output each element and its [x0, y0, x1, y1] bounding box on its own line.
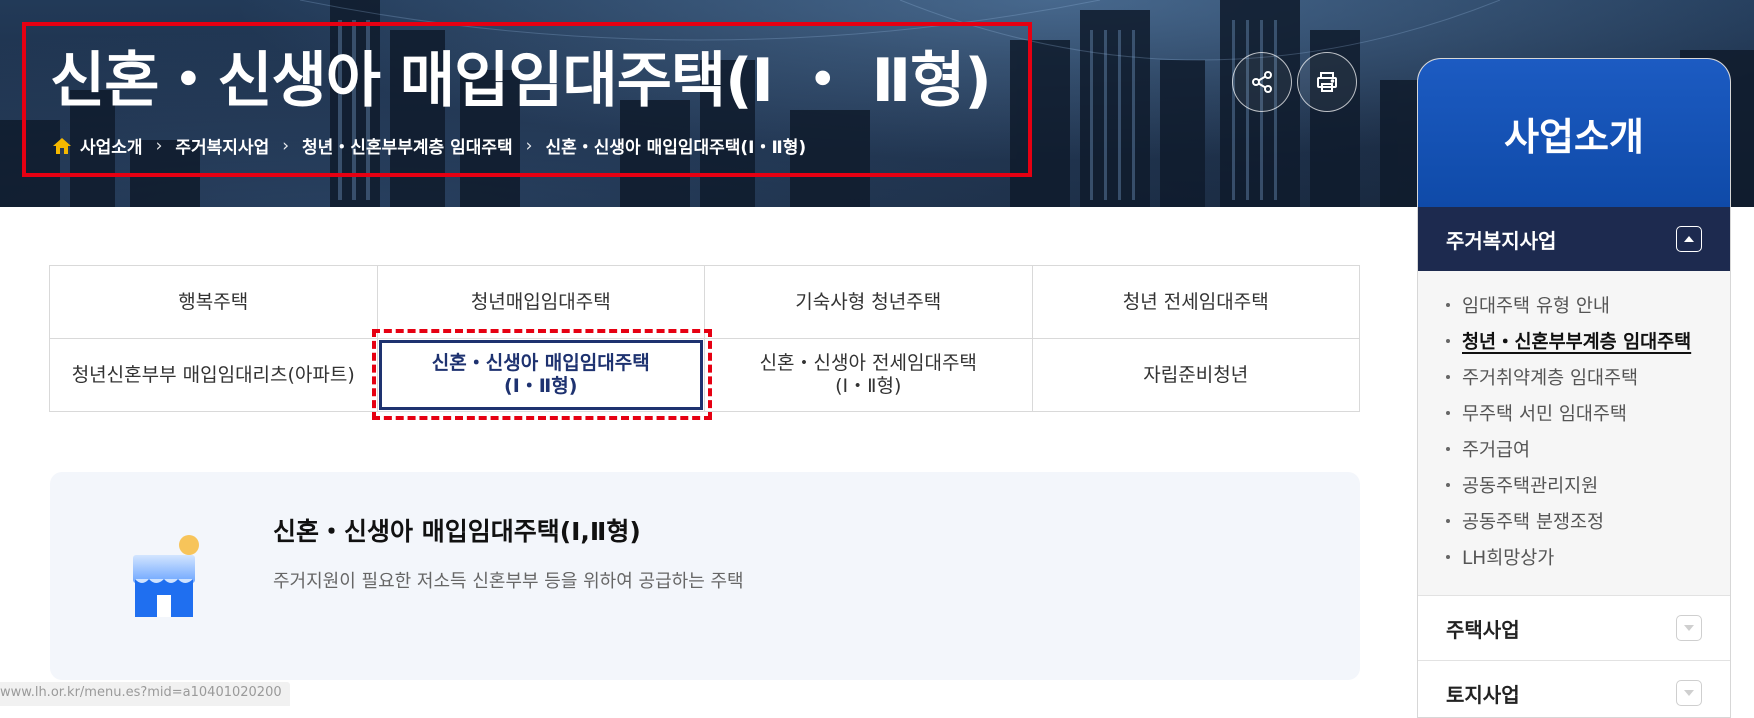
sidebar-submenu: 임대주택 유형 안내 청년・신혼부부계층 임대주택 주거취약계층 임대주택 무주… — [1418, 271, 1730, 596]
sidebar-section-housing-business[interactable]: 주택사업 — [1418, 596, 1730, 661]
housing-type-tabs: 행복주택 청년매입임대주택 기숙사형 청년주택 청년 전세임대주택 청년신혼부부… — [49, 265, 1360, 412]
bullet-icon — [1446, 375, 1450, 379]
sidebar-item-vulnerable-rental[interactable]: 주거취약계층 임대주택 — [1418, 359, 1730, 395]
breadcrumb-item-2[interactable]: 주거복지사업 — [175, 133, 269, 158]
expand-button[interactable] — [1676, 680, 1702, 706]
tab-label: 자립준비청년 — [1143, 363, 1249, 386]
breadcrumb-item-1[interactable]: 사업소개 — [80, 133, 143, 158]
store-icon — [133, 535, 199, 617]
sidebar-header: 사업소개 — [1418, 59, 1730, 207]
sidebar-item-apartment-management[interactable]: 공동주택관리지원 — [1418, 467, 1730, 503]
tab-row: 청년신혼부부 매입임대리츠(아파트) 신혼・신생아 매입임대주택 (Ⅰ・Ⅱ형) … — [49, 338, 1360, 412]
sidebar-section-label: 토지사업 — [1446, 682, 1520, 707]
tab-youth-jeonse-rental[interactable]: 청년 전세임대주택 — [1031, 265, 1360, 339]
share-button[interactable] — [1232, 52, 1292, 112]
program-title: 신혼・신생아 매입임대주택(Ⅰ,Ⅱ형) — [273, 517, 641, 546]
sidebar-item-youth-newlywed-current[interactable]: 청년・신혼부부계층 임대주택 — [1418, 323, 1730, 359]
bullet-icon — [1446, 303, 1450, 307]
chevron-down-icon — [1684, 625, 1694, 631]
breadcrumb-item-3[interactable]: 청년・신혼부부계층 임대주택 — [302, 133, 513, 158]
tab-youth-purchase-rental[interactable]: 청년매입임대주택 — [376, 265, 705, 339]
tab-newlywed-jeonse-rental[interactable]: 신혼・신생아 전세임대주택 (Ⅰ・Ⅱ형) — [704, 338, 1033, 412]
chevron-up-icon — [1684, 236, 1694, 242]
sidebar-item-label: 주거취약계층 임대주택 — [1462, 368, 1639, 389]
status-bar-url: www.lh.or.kr/menu.es?mid=a10401020200 — [0, 682, 290, 706]
sidebar: 사업소개 주거복지사업 임대주택 유형 안내 청년・신혼부부계층 임대주택 주거… — [1417, 58, 1731, 718]
tab-youth-newlywed-reits[interactable]: 청년신혼부부 매입임대리츠(아파트) — [49, 338, 378, 412]
sidebar-section-label: 주거복지사업 — [1446, 228, 1557, 253]
sidebar-item-label: 공동주택 분쟁조정 — [1462, 512, 1605, 533]
collapse-button[interactable] — [1676, 226, 1702, 252]
sidebar-item-label: 공동주택관리지원 — [1462, 476, 1599, 497]
tab-label: 청년신혼부부 매입임대리츠(아파트) — [71, 363, 355, 386]
share-icon — [1252, 71, 1272, 93]
sidebar-item-rental-guide[interactable]: 임대주택 유형 안내 — [1418, 287, 1730, 323]
chevron-down-icon — [1684, 690, 1694, 696]
active-tab-border — [378, 340, 703, 410]
bullet-icon — [1446, 339, 1450, 343]
bullet-icon — [1446, 483, 1450, 487]
sidebar-item-housing-benefit[interactable]: 주거급여 — [1418, 431, 1730, 467]
sidebar-item-lh-hope-store[interactable]: LH희망상가 — [1418, 539, 1730, 575]
tab-row: 행복주택 청년매입임대주택 기숙사형 청년주택 청년 전세임대주택 — [49, 265, 1360, 339]
breadcrumb: 사업소개 › 주거복지사업 › 청년・신혼부부계층 임대주택 › 신혼・신생아 … — [52, 133, 806, 158]
sidebar-item-label: 주거급여 — [1462, 440, 1531, 461]
home-icon[interactable] — [52, 137, 72, 155]
tab-label: 신혼・신생아 전세임대주택 — [759, 352, 977, 375]
expand-button[interactable] — [1676, 615, 1702, 641]
tab-newlywed-purchase-rental-active[interactable]: 신혼・신생아 매입임대주택 (Ⅰ・Ⅱ형) — [376, 338, 705, 412]
breadcrumb-separator: › — [282, 135, 290, 156]
page-title: 신혼・신생아 매입임대주택(Ⅰ ・ Ⅱ형) — [50, 46, 992, 116]
sidebar-item-label: 무주택 서민 임대주택 — [1462, 404, 1627, 425]
sidebar-item-label: LH희망상가 — [1462, 548, 1555, 569]
breadcrumb-item-current: 신혼・신생아 매입임대주택(Ⅰ・Ⅱ형) — [545, 138, 807, 158]
bullet-icon — [1446, 447, 1450, 451]
sidebar-section-label: 주택사업 — [1446, 617, 1520, 642]
print-icon — [1317, 72, 1337, 92]
breadcrumb-separator: › — [525, 135, 533, 156]
print-button[interactable] — [1297, 52, 1357, 112]
tab-self-reliance-youth[interactable]: 자립준비청년 — [1031, 338, 1360, 412]
sidebar-item-label: 임대주택 유형 안내 — [1462, 296, 1610, 317]
sidebar-item-dispute-mediation[interactable]: 공동주택 분쟁조정 — [1418, 503, 1730, 539]
bullet-icon — [1446, 519, 1450, 523]
sidebar-section-housing-welfare[interactable]: 주거복지사업 — [1418, 207, 1730, 271]
tab-happy-housing[interactable]: 행복주택 — [49, 265, 378, 339]
breadcrumb-separator: › — [155, 135, 163, 156]
bullet-icon — [1446, 555, 1450, 559]
bullet-icon — [1446, 411, 1450, 415]
tab-label-sub: (Ⅰ・Ⅱ형) — [835, 375, 902, 397]
sidebar-section-land-business[interactable]: 토지사업 — [1418, 661, 1730, 717]
sidebar-item-homeless-rental[interactable]: 무주택 서민 임대주택 — [1418, 395, 1730, 431]
tab-dormitory-youth-housing[interactable]: 기숙사형 청년주택 — [704, 265, 1033, 339]
sidebar-item-label: 청년・신혼부부계층 임대주택 — [1462, 332, 1692, 353]
program-description: 주거지원이 필요한 저소득 신혼부부 등을 위하여 공급하는 주택 — [273, 571, 744, 592]
